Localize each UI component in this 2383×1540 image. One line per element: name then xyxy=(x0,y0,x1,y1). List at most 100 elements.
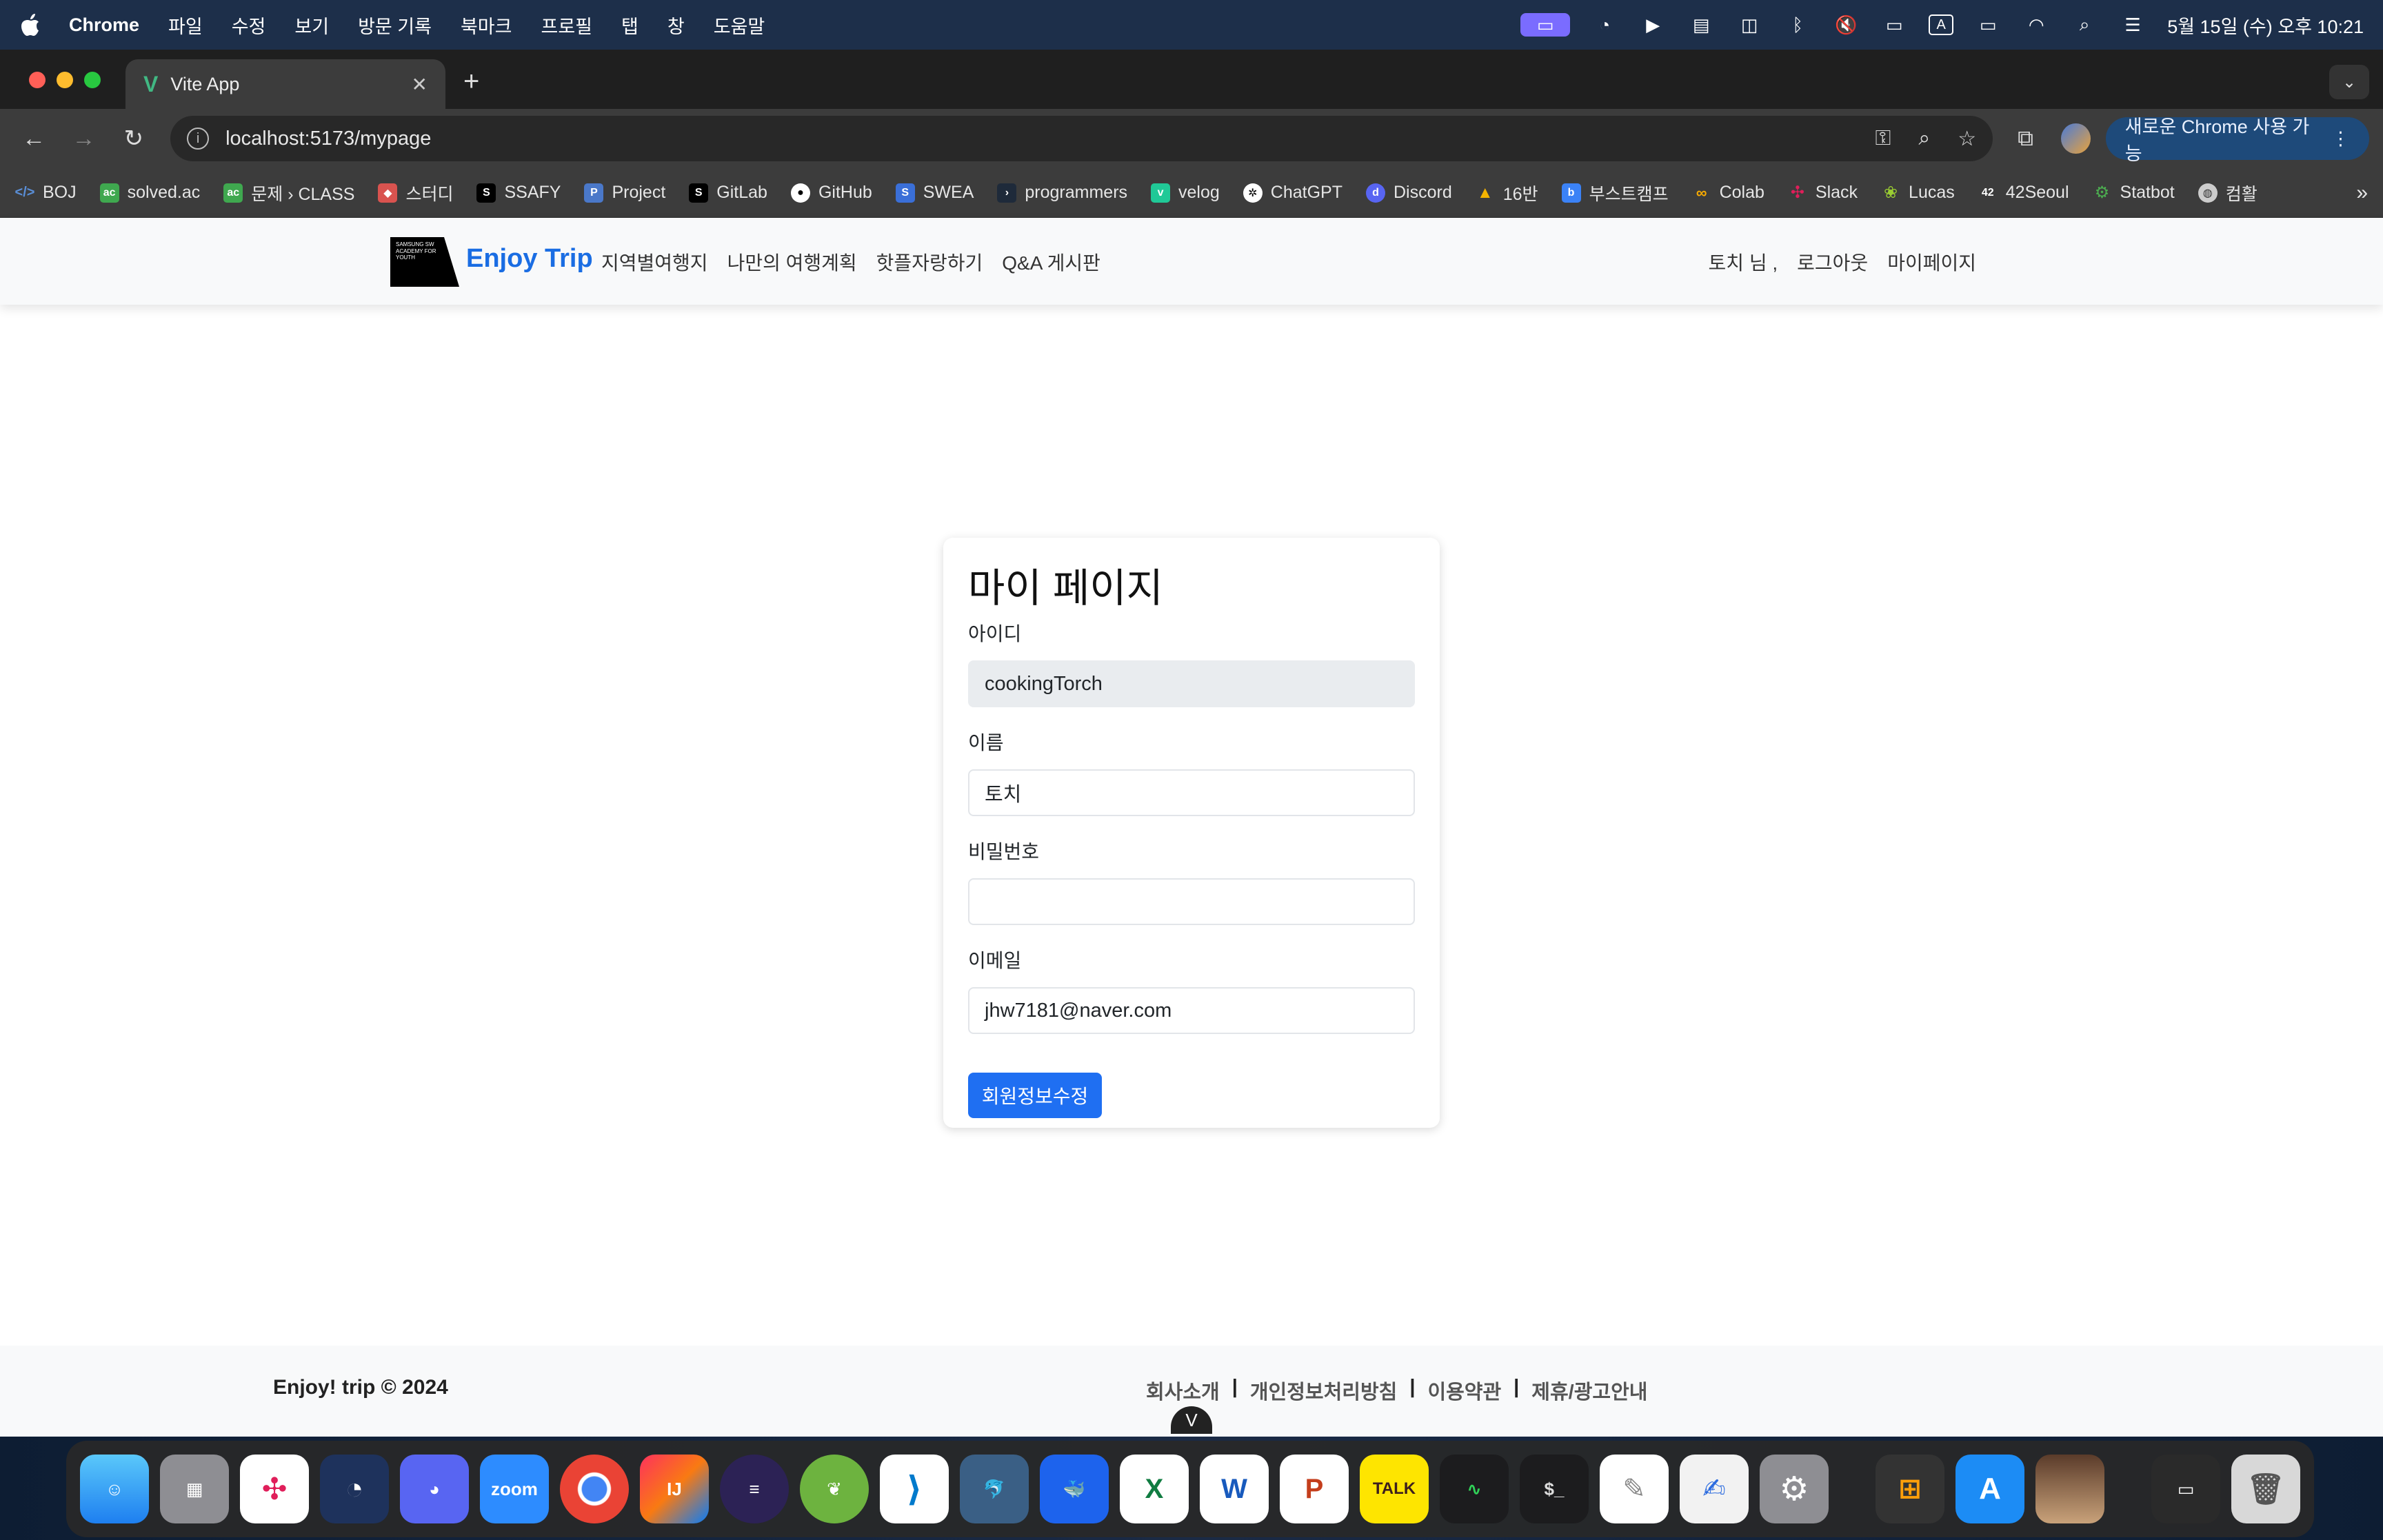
kakaotalk-icon[interactable]: TALK xyxy=(1360,1455,1429,1523)
eclipse-icon[interactable]: ≡ xyxy=(720,1455,789,1523)
email-field[interactable]: jhw7181@naver.com xyxy=(968,987,1415,1034)
mute-icon[interactable]: 🔇 xyxy=(1832,13,1860,37)
bookmark-boj[interactable]: </> BOJ xyxy=(15,183,77,203)
vscode-icon[interactable]: ⟩ xyxy=(880,1455,949,1523)
wifi-icon[interactable]: ◠ xyxy=(2022,13,2050,37)
nav-link-my-plan[interactable]: 나만의 여행계획 xyxy=(727,248,857,276)
bookmark-solved-ac[interactable]: ac solved.ac xyxy=(99,183,200,203)
spring-icon[interactable]: ❦ xyxy=(800,1455,869,1523)
photo-icon[interactable] xyxy=(2035,1455,2104,1523)
password-key-icon[interactable]: ⚿ xyxy=(1876,127,1891,151)
brand-link[interactable]: Enjoy Trip xyxy=(466,244,593,274)
menu-profile[interactable]: 프로필 xyxy=(541,12,592,39)
back-icon[interactable]: ← xyxy=(14,118,54,159)
textedit-icon[interactable]: ✎ xyxy=(1600,1455,1669,1523)
footer-link-terms[interactable]: 이용약관 xyxy=(1427,1376,1501,1405)
terminal-icon[interactable]: $_ xyxy=(1520,1455,1589,1523)
footer-link-privacy[interactable]: 개인정보처리방침 xyxy=(1250,1376,1397,1405)
search-icon[interactable]: ⌕ xyxy=(2071,13,2098,37)
control-center-icon[interactable]: ☰ xyxy=(2119,13,2146,37)
mattermost-tray-icon[interactable]: ◔ xyxy=(1591,13,1618,37)
bookmark-16ban[interactable]: ▲ 16반 xyxy=(1476,181,1538,205)
slack-icon[interactable]: ✣ xyxy=(240,1455,309,1523)
menu-history[interactable]: 방문 기록 xyxy=(358,12,432,39)
script-editor-icon[interactable]: ✍ xyxy=(1680,1455,1749,1523)
close-tab-icon[interactable]: ✕ xyxy=(412,73,428,96)
bookmark-42seoul[interactable]: 42 42Seoul xyxy=(1978,183,2069,203)
menu-edit[interactable]: 수정 xyxy=(232,12,266,39)
address-bar[interactable]: i localhost:5173/mypage ⚿ ⌕ ☆ xyxy=(170,116,1993,161)
menu-window[interactable]: 창 xyxy=(667,12,685,39)
new-tab-icon[interactable]: + xyxy=(463,66,479,97)
bookmark-computer-skills[interactable]: ◍ 컴활 xyxy=(2198,181,2258,205)
menu-tab[interactable]: 탭 xyxy=(621,12,639,39)
powerpoint-icon[interactable]: P xyxy=(1280,1455,1349,1523)
tab-vite-app[interactable]: V Vite App ✕ xyxy=(125,59,445,109)
bluetooth-icon[interactable]: ᛒ xyxy=(1784,13,1811,37)
bookmark-boostcamp[interactable]: b 부스트캠프 xyxy=(1561,181,1669,205)
bookmark-programmers[interactable]: › programmers xyxy=(997,183,1127,203)
downloads-stack-icon[interactable]: ▭ xyxy=(2151,1455,2220,1523)
bookmark-study[interactable]: ◆ 스터디 xyxy=(378,181,453,205)
extensions-icon[interactable]: ⧉ xyxy=(2018,125,2033,152)
word-icon[interactable]: W xyxy=(1200,1455,1269,1523)
screen-share-icon[interactable]: ▭ xyxy=(1520,13,1571,37)
more-bookmarks-icon[interactable]: » xyxy=(2356,181,2368,205)
bookmark-lucas[interactable]: ❀ Lucas xyxy=(1881,183,1955,203)
nav-link-regional[interactable]: 지역별여행지 xyxy=(601,248,708,276)
shield-icon[interactable]: ◫ xyxy=(1736,13,1763,37)
mypage-link[interactable]: 마이페이지 xyxy=(1887,248,1976,276)
url-text[interactable]: localhost:5173/mypage xyxy=(225,128,431,150)
apple-icon[interactable] xyxy=(19,12,41,37)
mattermost-icon[interactable]: ◔ xyxy=(320,1455,389,1523)
play-icon[interactable]: ▶ xyxy=(1639,13,1667,37)
menu-app-name[interactable]: Chrome xyxy=(69,14,139,36)
chrome-icon[interactable] xyxy=(560,1455,629,1523)
bookmark-github[interactable]: ● GitHub xyxy=(790,183,872,203)
bookmark-chatgpt[interactable]: ✲ ChatGPT xyxy=(1243,183,1343,203)
activity-monitor-icon[interactable]: ∿ xyxy=(1440,1455,1509,1523)
menu-help[interactable]: 도움말 xyxy=(714,12,765,39)
bookmark-statbot[interactable]: ⚙ Statbot xyxy=(2093,183,2175,203)
logout-link[interactable]: 로그아웃 xyxy=(1797,248,1868,276)
zoom-window-button[interactable] xyxy=(84,72,101,88)
site-info-icon[interactable]: i xyxy=(187,128,210,150)
input-source-icon[interactable]: A xyxy=(1929,14,1954,35)
name-field[interactable]: 토치 xyxy=(968,769,1415,816)
bookmark-gitlab[interactable]: S GitLab xyxy=(689,183,767,203)
launchpad-icon[interactable]: ▦ xyxy=(160,1455,229,1523)
kebab-menu-icon[interactable]: ⋮ xyxy=(2331,128,2350,150)
clapper-icon[interactable]: ▤ xyxy=(1687,13,1715,37)
forward-icon[interactable]: → xyxy=(63,118,103,159)
bookmark-colab[interactable]: ∞ Colab xyxy=(1692,183,1764,203)
app-store-icon[interactable]: A xyxy=(1955,1455,2024,1523)
excel-icon[interactable]: X xyxy=(1120,1455,1189,1523)
update-profile-button[interactable]: 회원정보수정 xyxy=(968,1073,1102,1118)
bookmark-slack[interactable]: ✣ Slack xyxy=(1788,183,1858,203)
menu-file[interactable]: 파일 xyxy=(168,12,203,39)
bookmark-class[interactable]: ac 문제 › CLASS xyxy=(223,181,354,205)
system-settings-icon[interactable]: ⚙ xyxy=(1760,1455,1829,1523)
docker-icon[interactable]: 🐳 xyxy=(1040,1455,1109,1523)
tab-search-icon[interactable]: ⌄ xyxy=(2329,65,2369,99)
calculator-icon[interactable]: ⊞ xyxy=(1876,1455,1944,1523)
footer-link-ads[interactable]: 제휴/광고안내 xyxy=(1531,1376,1647,1405)
bookmark-velog[interactable]: v velog xyxy=(1151,183,1220,203)
chrome-update-button[interactable]: 새로운 Chrome 사용 가능 ⋮ xyxy=(2105,116,2369,164)
bookmark-discord[interactable]: d Discord xyxy=(1366,183,1452,203)
finder-icon[interactable]: ☺ xyxy=(80,1455,149,1523)
intellij-icon[interactable]: IJ xyxy=(640,1455,709,1523)
menu-bookmarks[interactable]: 북마크 xyxy=(461,12,512,39)
zoom-icon[interactable]: ⌕ xyxy=(1918,127,1930,151)
footer-link-company[interactable]: 회사소개 xyxy=(1146,1376,1220,1405)
reload-icon[interactable]: ↻ xyxy=(114,118,154,159)
trash-icon[interactable]: 🗑 xyxy=(2231,1455,2300,1523)
mysql-workbench-icon[interactable]: 🐬 xyxy=(960,1455,1029,1523)
profile-avatar[interactable] xyxy=(2060,123,2091,154)
bookmark-star-icon[interactable]: ☆ xyxy=(1958,127,1976,151)
password-field[interactable] xyxy=(968,878,1415,925)
close-window-button[interactable] xyxy=(29,72,46,88)
nav-link-hotplace[interactable]: 핫플자랑하기 xyxy=(876,248,983,276)
bookmark-ssafy[interactable]: S SSAFY xyxy=(476,183,561,203)
zoom-icon[interactable]: zoom xyxy=(480,1455,549,1523)
